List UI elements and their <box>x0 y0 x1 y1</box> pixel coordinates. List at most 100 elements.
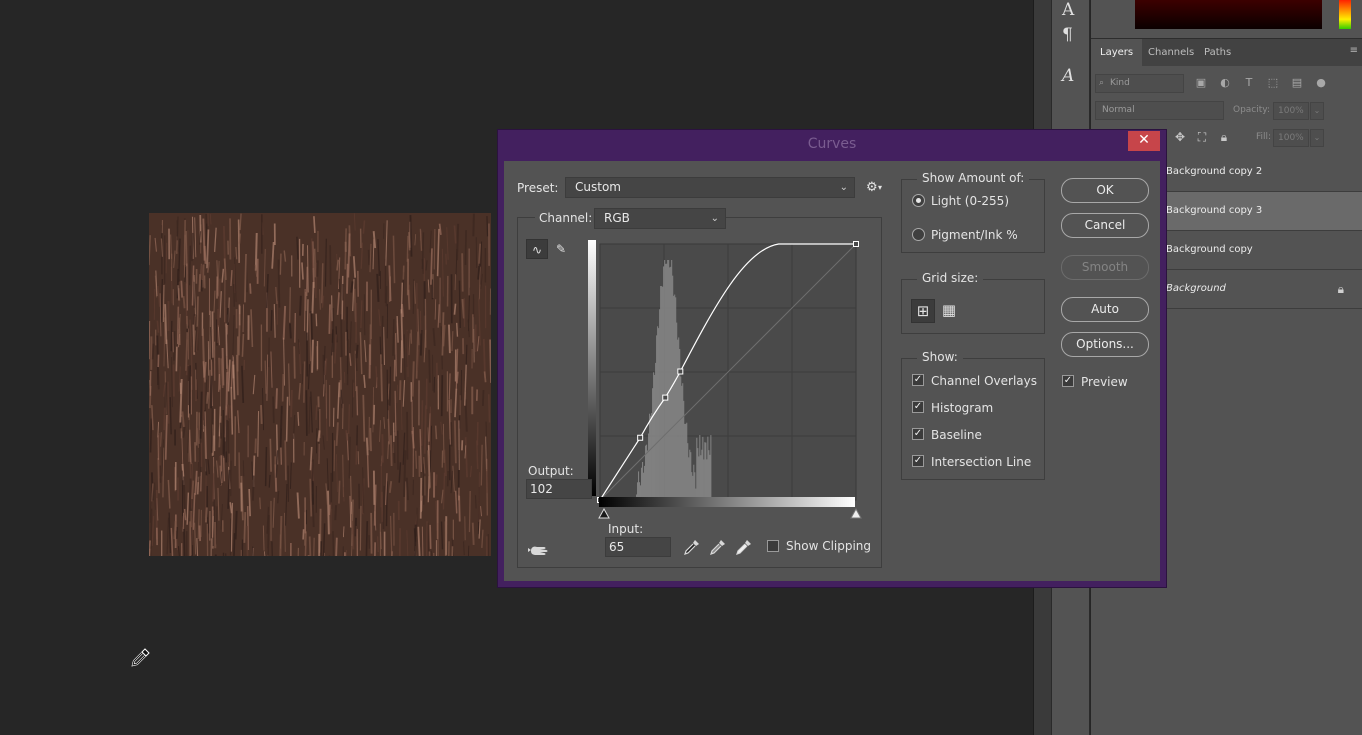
texture-stroke <box>348 436 351 479</box>
adjustment-filter-icon[interactable]: ◐ <box>1218 76 1232 90</box>
histogram-bar <box>703 459 705 500</box>
fur-texture-image[interactable] <box>149 213 491 556</box>
channel-overlays-checkbox[interactable]: ✓ <box>912 374 924 386</box>
texture-stroke <box>376 536 379 553</box>
tab-layers[interactable]: Layers <box>1091 39 1143 67</box>
texture-stroke <box>272 396 275 424</box>
texture-stroke <box>218 373 221 392</box>
close-button[interactable]: ✕ <box>1128 131 1160 151</box>
tab-channels[interactable]: Channels <box>1139 39 1203 67</box>
channel-select[interactable]: RGB ⌄ <box>594 208 726 229</box>
texture-stroke <box>191 232 194 262</box>
gear-icon[interactable]: ⚙ <box>866 180 878 195</box>
texture-stroke <box>441 248 444 297</box>
white-eyedropper-icon[interactable] <box>735 538 753 556</box>
texture-stroke <box>379 420 382 442</box>
texture-stroke <box>182 296 186 309</box>
texture-stroke <box>340 314 343 357</box>
histogram-bar <box>664 260 666 500</box>
baseline-label: Baseline <box>931 428 982 442</box>
grid-4x4-icon[interactable]: ⊞ <box>911 299 935 323</box>
texture-stroke <box>263 551 266 556</box>
texture-stroke <box>334 334 338 364</box>
opacity-field[interactable]: 100% <box>1273 102 1309 120</box>
texture-stroke <box>344 228 347 270</box>
histogram-bar <box>662 286 664 500</box>
texture-stroke <box>273 304 276 338</box>
auto-button[interactable]: Auto <box>1061 297 1149 322</box>
black-eyedropper-icon[interactable] <box>683 538 701 556</box>
opacity-dropdown-icon[interactable]: ⌄ <box>1310 102 1324 120</box>
input-field[interactable]: 65 <box>605 537 671 557</box>
pigment-radio[interactable] <box>912 228 925 241</box>
smooth-button[interactable]: Smooth <box>1061 255 1149 280</box>
layer-lock-icon: 🔒︎ <box>1337 282 1344 296</box>
smart-object-filter-icon[interactable]: ▤ <box>1290 76 1304 90</box>
histogram-bar <box>694 472 696 500</box>
curve-edit-mode-icon[interactable]: ∿ <box>526 239 548 259</box>
light-radio[interactable] <box>912 194 925 207</box>
texture-stroke <box>359 505 362 551</box>
texture-stroke <box>196 427 199 448</box>
histogram-bar <box>696 437 698 500</box>
panel-menu-icon[interactable]: ≡ <box>1350 45 1358 56</box>
texture-stroke <box>216 460 219 478</box>
texture-stroke <box>454 388 458 418</box>
filter-kind-select[interactable]: ⌕ Kind <box>1095 74 1184 93</box>
show-clipping-checkbox[interactable] <box>767 540 779 552</box>
color-picker-field[interactable] <box>1135 0 1322 29</box>
texture-stroke <box>406 530 409 556</box>
texture-stroke <box>191 265 195 306</box>
hue-slider[interactable] <box>1339 0 1351 29</box>
blend-mode-select[interactable]: Normal <box>1095 101 1224 120</box>
texture-stroke <box>150 508 153 556</box>
paragraph-icon[interactable]: ¶ <box>1062 25 1073 45</box>
histogram-bar <box>668 260 670 500</box>
lock-position-icon[interactable]: ✥ <box>1173 130 1187 144</box>
fill-dropdown-icon[interactable]: ⌄ <box>1310 129 1324 147</box>
texture-stroke <box>279 405 283 448</box>
curves-graph[interactable] <box>596 240 862 506</box>
texture-stroke <box>284 512 286 552</box>
black-point-slider-icon[interactable] <box>598 508 610 520</box>
shape-filter-icon[interactable]: ⬚ <box>1266 76 1280 90</box>
texture-stroke <box>250 309 254 348</box>
pixel-filter-icon[interactable]: ▣ <box>1194 76 1208 90</box>
cancel-button[interactable]: Cancel <box>1061 213 1149 238</box>
filter-toggle-icon[interactable]: ● <box>1314 76 1328 90</box>
opacity-label: Opacity: <box>1233 105 1270 115</box>
tab-paths[interactable]: Paths <box>1195 39 1240 67</box>
white-point-slider-icon[interactable] <box>850 508 862 520</box>
histogram-bar <box>704 442 706 500</box>
pencil-icon[interactable]: ✎ <box>550 239 572 259</box>
preset-select[interactable]: Custom ⌄ <box>565 177 855 198</box>
lock-all-icon[interactable]: 🔒︎ <box>1217 130 1231 144</box>
fill-field[interactable]: 100% <box>1273 129 1309 147</box>
output-field[interactable]: 102 <box>526 479 592 499</box>
histogram-bar <box>682 383 684 500</box>
texture-stroke <box>458 280 461 329</box>
intersection-line-checkbox[interactable]: ✓ <box>912 455 924 467</box>
lock-artboard-icon[interactable]: ⛶ <box>1195 130 1209 144</box>
glyphs-icon[interactable]: A <box>1062 66 1074 86</box>
texture-stroke <box>414 524 417 556</box>
texture-stroke <box>316 260 319 277</box>
histogram-bar <box>708 450 710 500</box>
texture-stroke <box>387 441 389 459</box>
gear-menu-arrow-icon[interactable]: ▾ <box>878 183 882 192</box>
texture-stroke <box>309 478 313 517</box>
dialog-titlebar[interactable]: Curves ✕ <box>498 130 1166 160</box>
targeted-adjustment-hand-icon[interactable] <box>528 542 550 558</box>
character-icon[interactable]: A <box>1062 0 1074 20</box>
type-filter-icon[interactable]: T <box>1242 76 1256 90</box>
texture-stroke <box>238 233 242 244</box>
ok-button[interactable]: OK <box>1061 178 1149 203</box>
texture-stroke <box>408 333 411 356</box>
grid-10x10-icon[interactable]: ▦ <box>937 299 961 323</box>
gray-eyedropper-icon[interactable] <box>709 538 727 556</box>
texture-stroke <box>205 458 208 476</box>
baseline-checkbox[interactable]: ✓ <box>912 428 924 440</box>
histogram-checkbox[interactable]: ✓ <box>912 401 924 413</box>
options-button[interactable]: Options... <box>1061 332 1149 357</box>
preview-checkbox[interactable]: ✓ <box>1062 375 1074 387</box>
